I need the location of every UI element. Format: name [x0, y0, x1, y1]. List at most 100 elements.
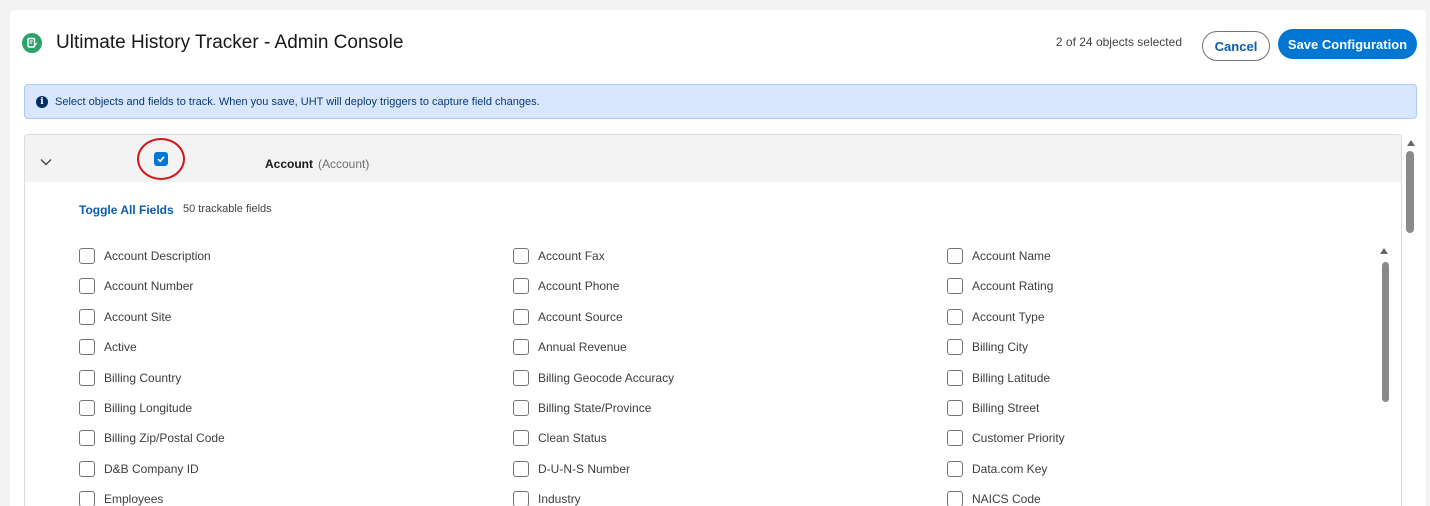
field-checkbox[interactable] — [513, 491, 529, 506]
cancel-button[interactable]: Cancel — [1202, 31, 1270, 61]
highlight-circle — [137, 138, 185, 180]
field-checkbox[interactable] — [947, 278, 963, 295]
field-label: Clean Status — [538, 431, 607, 446]
field-label: Billing Geocode Accuracy — [538, 370, 675, 385]
field-checkbox[interactable] — [513, 430, 529, 447]
selected-count-label: 2 of 24 objects selected — [1055, 35, 1182, 49]
edit-document-icon — [22, 33, 42, 53]
field-item[interactable]: Data.com Key — [947, 454, 1379, 484]
info-banner-text: Select objects and fields to track. When… — [55, 95, 540, 108]
field-label: Annual Revenue — [538, 340, 627, 355]
field-item[interactable]: Account Site — [79, 302, 513, 332]
field-checkbox[interactable] — [79, 308, 95, 325]
field-checkbox[interactable] — [947, 491, 963, 506]
object-name: Account (Account) — [265, 157, 369, 171]
field-item[interactable]: Billing State/Province — [513, 393, 947, 423]
field-checkbox[interactable] — [79, 460, 95, 477]
field-item[interactable]: Billing City — [947, 332, 1379, 362]
field-checkbox[interactable] — [79, 399, 95, 416]
field-item[interactable]: Billing Zip/Postal Code — [79, 423, 513, 453]
field-item[interactable]: Account Name — [947, 241, 1379, 271]
field-item[interactable]: Account Fax — [513, 241, 947, 271]
field-checkbox[interactable] — [79, 491, 95, 506]
field-checkbox[interactable] — [513, 308, 529, 325]
field-item[interactable]: Customer Priority — [947, 423, 1379, 453]
inner-scrollbar-thumb[interactable] — [1382, 262, 1389, 402]
field-item[interactable]: Billing Longitude — [79, 393, 513, 423]
field-checkbox[interactable] — [947, 460, 963, 477]
field-label: Billing City — [972, 340, 1029, 355]
field-label: Billing State/Province — [538, 400, 652, 415]
field-item[interactable]: D-U-N-S Number — [513, 454, 947, 484]
info-icon: i — [36, 95, 48, 108]
field-label: Account Number — [104, 279, 194, 294]
outer-scroll-up-arrow[interactable] — [1407, 140, 1415, 146]
field-checkbox[interactable] — [513, 339, 529, 356]
field-item[interactable]: Account Source — [513, 302, 947, 332]
field-label: Employees — [104, 492, 164, 506]
field-item[interactable]: Billing Country — [79, 363, 513, 393]
field-checkbox[interactable] — [513, 399, 529, 416]
toggle-all-fields-link[interactable]: Toggle All Fields — [79, 203, 174, 217]
field-item[interactable]: Billing Latitude — [947, 363, 1379, 393]
inner-scroll-up-arrow[interactable] — [1380, 248, 1388, 254]
field-label: Industry — [538, 492, 581, 506]
page-title: Ultimate History Tracker - Admin Console — [56, 32, 404, 53]
object-header: Account (Account) — [25, 135, 1401, 182]
field-checkbox[interactable] — [947, 308, 963, 325]
field-item[interactable]: Account Phone — [513, 271, 947, 301]
field-checkbox[interactable] — [513, 278, 529, 295]
object-panel-account: Account (Account) Toggle All Fields 50 tr… — [24, 134, 1402, 506]
field-item[interactable]: Account Number — [79, 271, 513, 301]
field-item[interactable]: NAICS Code — [947, 484, 1379, 506]
object-api-name: (Account) — [318, 157, 370, 171]
field-item[interactable]: Account Type — [947, 302, 1379, 332]
field-label: Account Rating — [972, 279, 1054, 294]
field-item[interactable]: Active — [79, 332, 513, 362]
chevron-down-icon[interactable] — [39, 155, 53, 169]
field-checkbox[interactable] — [79, 369, 95, 386]
field-checkbox[interactable] — [947, 399, 963, 416]
admin-console-page: Ultimate History Tracker - Admin Console… — [10, 10, 1426, 506]
outer-scrollbar-thumb[interactable] — [1406, 151, 1414, 233]
field-item[interactable]: Account Description — [79, 241, 513, 271]
field-checkbox[interactable] — [79, 248, 95, 264]
info-banner: i Select objects and fields to track. Wh… — [24, 84, 1417, 119]
field-checkbox[interactable] — [513, 248, 529, 264]
save-configuration-button[interactable]: Save Configuration — [1278, 29, 1417, 59]
fields-area: Toggle All Fields 50 trackable fields Ac… — [33, 182, 1395, 506]
field-item[interactable]: Annual Revenue — [513, 332, 947, 362]
field-item[interactable]: D&B Company ID — [79, 454, 513, 484]
field-checkbox[interactable] — [79, 339, 95, 356]
field-checkbox[interactable] — [947, 248, 963, 264]
field-label: D-U-N-S Number — [538, 461, 631, 476]
field-checkbox[interactable] — [947, 430, 963, 447]
field-label: D&B Company ID — [104, 461, 199, 476]
field-checkbox[interactable] — [79, 278, 95, 295]
field-label: Billing Longitude — [104, 400, 193, 415]
field-label: Account Type — [972, 309, 1045, 324]
field-item[interactable]: Billing Street — [947, 393, 1379, 423]
field-checkbox[interactable] — [947, 369, 963, 386]
field-grid: Account Description Account Fax Account Na… — [79, 241, 1379, 506]
field-label: Account Description — [104, 249, 211, 263]
field-label: Active — [104, 340, 137, 355]
field-item[interactable]: Employees — [79, 484, 513, 506]
field-item[interactable]: Clean Status — [513, 423, 947, 453]
field-checkbox[interactable] — [79, 430, 95, 447]
field-label: Account Phone — [538, 279, 620, 294]
field-checkbox[interactable] — [947, 339, 963, 356]
trackable-fields-count: 50 trackable fields — [183, 203, 272, 215]
field-label: Account Site — [104, 309, 172, 324]
field-label: Billing Latitude — [972, 370, 1051, 385]
field-item[interactable]: Billing Geocode Accuracy — [513, 363, 947, 393]
field-checkbox[interactable] — [513, 369, 529, 386]
field-item[interactable]: Account Rating — [947, 271, 1379, 301]
field-label: Billing Street — [972, 400, 1040, 415]
field-checkbox[interactable] — [513, 460, 529, 477]
field-label: NAICS Code — [972, 492, 1041, 506]
field-item[interactable]: Industry — [513, 484, 947, 506]
object-select-checkbox[interactable] — [154, 152, 168, 166]
field-label: Data.com Key — [972, 461, 1048, 476]
field-label: Account Fax — [538, 249, 605, 263]
